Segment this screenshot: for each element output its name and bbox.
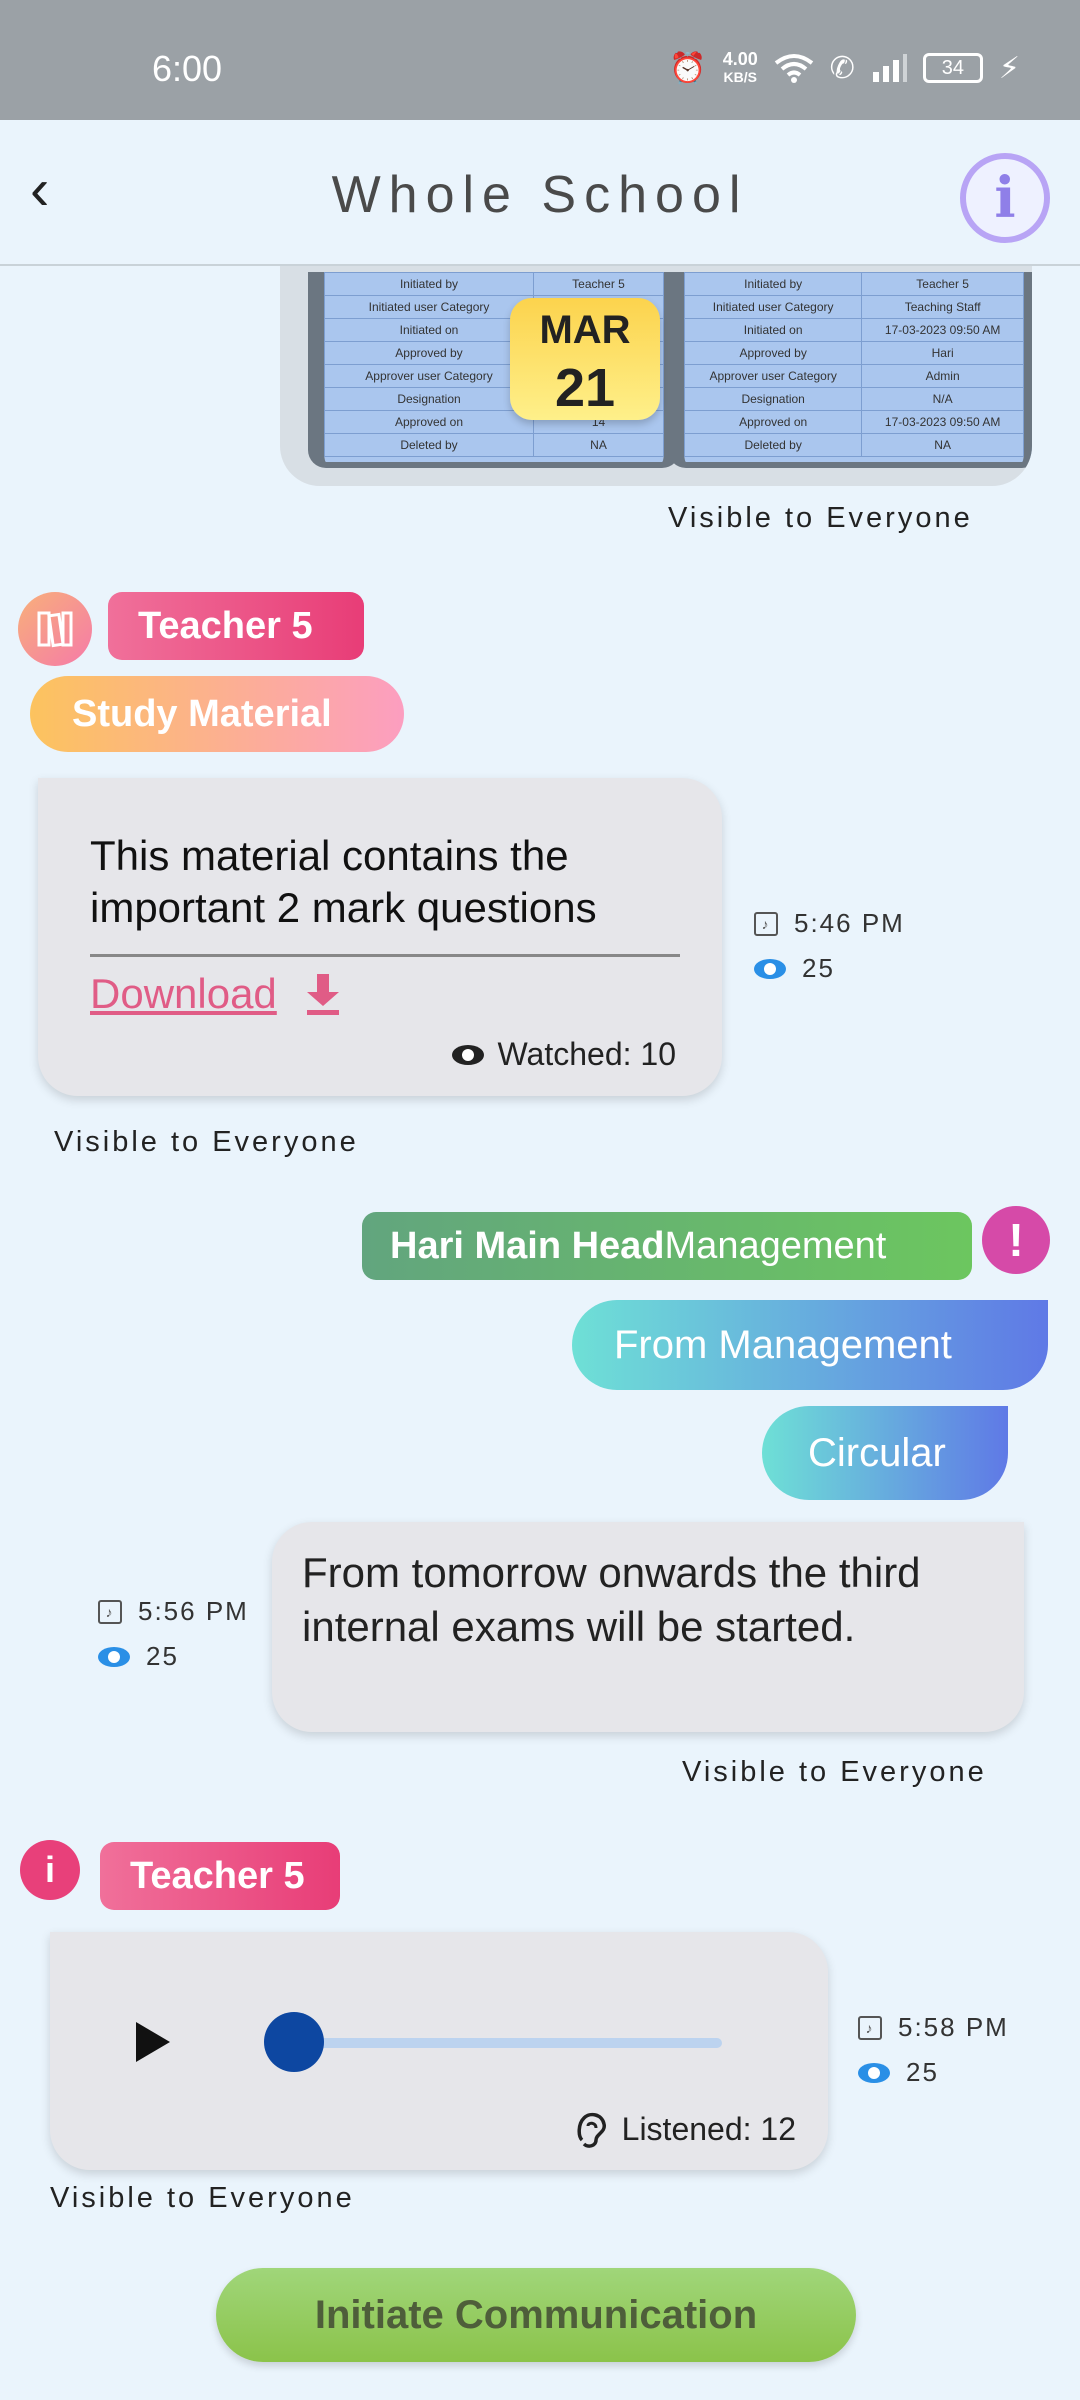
sheet-table-right: Initiated by Teacher 5 Initiated user Cate… <box>684 272 1024 457</box>
alarm-icon: ⏰ <box>669 51 707 85</box>
sheet-row: Designation N/A <box>684 387 1024 411</box>
sheet-cell: Deleted by <box>684 433 863 457</box>
sheet-row: Initiated by Teacher 5 <box>324 272 664 296</box>
info-icon[interactable]: i <box>20 1840 80 1900</box>
sheet-row: Initiated user CategoryTeaching Staff <box>684 295 1024 319</box>
sheet-cell: 17-03-2023 09:50 AM <box>861 410 1024 434</box>
sheet-row: Deleted by NA <box>684 433 1024 457</box>
message-meta: ♪ 5:46 PM 25 <box>754 908 905 998</box>
sender-tag: Hari Main Head Management <box>362 1212 972 1280</box>
sheet-row: Deleted by NA <box>324 433 664 457</box>
sheet-row: Approver user Category Admin <box>684 364 1024 388</box>
sheet-cell: Admin <box>861 364 1024 388</box>
signal-icon <box>872 54 907 82</box>
date-month: MAR <box>539 308 631 352</box>
eye-icon <box>858 2062 890 2083</box>
category-tag: Study Material <box>30 676 404 752</box>
call-icon: ✆ <box>829 51 855 85</box>
sheet-cell: Approved on <box>324 410 534 434</box>
initiate-communication-button[interactable]: Initiate Communication <box>216 2268 856 2362</box>
chat-list[interactable]: Initiated by Teacher 5 Initiated user Cate… <box>0 266 1080 2400</box>
sheet-cell: Initiated by <box>684 272 863 296</box>
sheet-cell: Approved by <box>684 341 863 365</box>
sheet-cell: Teaching Staff <box>861 295 1024 319</box>
sheet-cell: Hari <box>861 341 1024 365</box>
page-title: Whole School <box>331 166 749 224</box>
sender-tag: Teacher 5 <box>100 1842 340 1910</box>
alert-icon[interactable]: ! <box>982 1206 1050 1274</box>
ear-icon <box>577 2112 606 2148</box>
sheet-cell: 17-03-2023 09:50 AM <box>861 318 1024 342</box>
charging-icon: ⚡ <box>998 51 1020 85</box>
watched-count: Watched: 10 <box>451 1036 676 1073</box>
sheet-cell: Approver user Category <box>324 364 534 388</box>
sheet-cell: Approver user Category <box>684 364 863 388</box>
download-icon <box>306 974 339 1015</box>
visibility-label: Visible to Everyone <box>54 1126 359 1158</box>
info-icon[interactable]: i <box>960 153 1050 243</box>
seek-track[interactable] <box>276 2038 722 2048</box>
sheet-cell: Initiated on <box>324 318 534 342</box>
sheet-cell: Designation <box>324 387 534 411</box>
sheet-cell: N/A <box>861 387 1024 411</box>
sheet-cell: Initiated by <box>324 272 534 296</box>
sheet-cell: NA <box>533 433 664 457</box>
sheet-cell: Initiated user Category <box>324 295 534 319</box>
message-meta: ♪ 5:58 PM 25 <box>858 2012 1009 2102</box>
eye-icon <box>754 958 786 979</box>
message-text: This material contains the important 2 m… <box>90 830 680 957</box>
sheet-cell: Teacher 5 <box>861 272 1024 296</box>
visibility-label: Visible to Everyone <box>682 1756 987 1788</box>
listened-count: Listened: 12 <box>574 2110 796 2148</box>
message-meta: ♪ 5:56 PM 25 <box>98 1596 249 1686</box>
sheet-row: Initiated by Teacher 5 <box>684 272 1024 296</box>
audio-bubble[interactable]: Listened: 12 <box>50 1932 828 2170</box>
clock-icon: ♪ <box>98 1599 122 1624</box>
sheet-row: Initiated on 17-03-2023 09:50 AM <box>684 318 1024 342</box>
seek-thumb[interactable] <box>263 2012 324 2072</box>
status-time: 6:00 <box>152 48 223 89</box>
sheet-cell: Teacher 5 <box>533 272 664 296</box>
clock-icon: ♪ <box>754 911 778 936</box>
status-bar: 6:00 ⏰ 4.00 KB/S ✆ 34 ⚡ <box>0 0 1080 120</box>
status-icons: ⏰ 4.00 KB/S ✆ 34 ⚡ <box>669 50 1020 86</box>
sheet-row: Approved on 17-03-2023 09:50 AM <box>684 410 1024 434</box>
play-icon[interactable] <box>134 2020 172 2064</box>
sheet-cell: Approved by <box>324 341 534 365</box>
sender-tag: Teacher 5 <box>108 592 364 660</box>
source-tag: From Management <box>572 1300 1048 1390</box>
battery-icon: 34 <box>922 53 983 83</box>
visibility-label: Visible to Everyone <box>50 2182 355 2214</box>
network-speed: 4.00 KB/S <box>722 49 758 85</box>
date-day: 21 <box>554 358 616 418</box>
category-tag: Circular <box>762 1406 1008 1500</box>
sheet-preview-right: Initiated by Teacher 5 Initiated user Cate… <box>668 272 1032 468</box>
download-link[interactable]: Download <box>90 970 343 1018</box>
sheet-cell: Deleted by <box>324 433 534 457</box>
sheet-cell: Approved on <box>684 410 863 434</box>
eye-icon <box>451 1044 484 1065</box>
message-bubble[interactable]: From tomorrow onwards the third internal… <box>272 1522 1024 1732</box>
sheet-cell: Initiated user Category <box>684 295 863 319</box>
image-attachment[interactable]: Initiated by Teacher 5 Initiated user Cate… <box>280 266 1032 486</box>
message-text: From tomorrow onwards the third internal… <box>302 1549 921 1650</box>
message-bubble[interactable]: This material contains the important 2 m… <box>38 778 722 1096</box>
books-icon <box>18 592 92 666</box>
app-bar: ‹ Whole School i <box>0 120 1080 266</box>
clock-icon: ♪ <box>858 2015 882 2040</box>
sheet-cell: Initiated on <box>684 318 863 342</box>
sheet-cell: Designation <box>684 387 863 411</box>
eye-icon <box>98 1646 130 1667</box>
visibility-label: Visible to Everyone <box>668 502 973 534</box>
download-label: Download <box>90 970 277 1017</box>
date-badge: MAR 21 <box>510 298 660 420</box>
wifi-icon <box>774 54 814 83</box>
sheet-row: Approved by Hari <box>684 341 1024 365</box>
sheet-cell: NA <box>861 433 1024 457</box>
